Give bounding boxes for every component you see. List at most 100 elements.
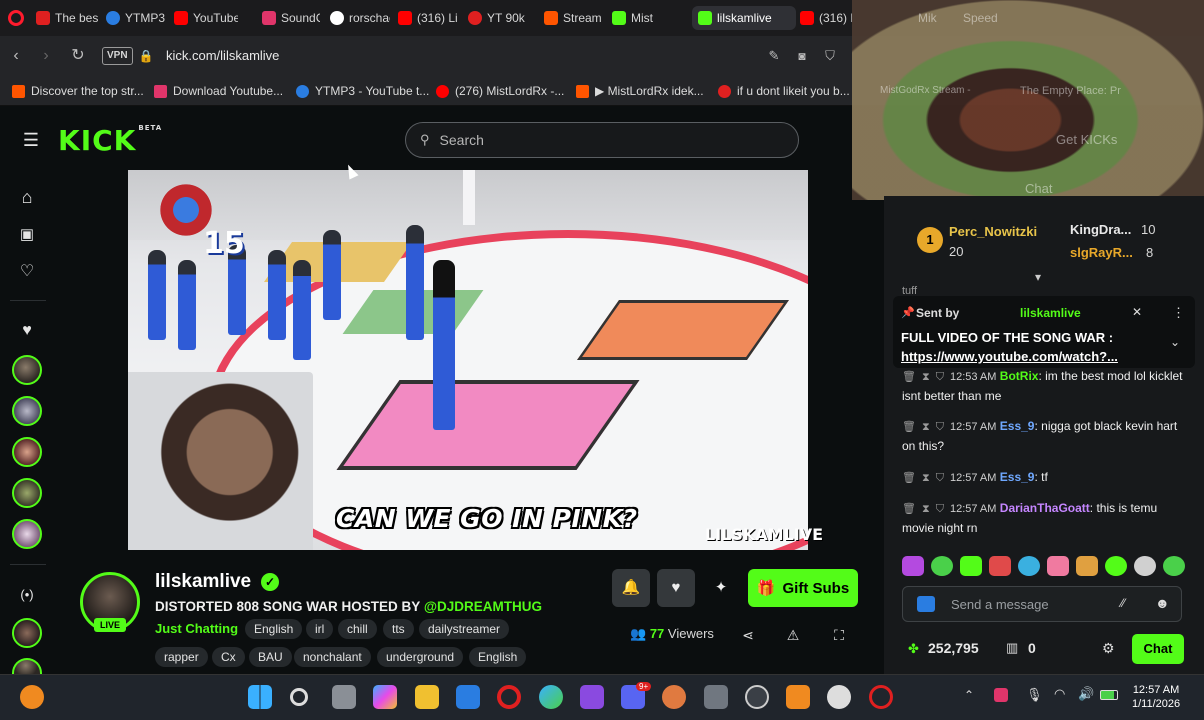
tab-7[interactable]: Stream	[544, 6, 604, 30]
tab-0[interactable]: The best	[36, 6, 98, 30]
emote-icon[interactable]	[1076, 556, 1098, 576]
share-icon[interactable]: ⋖	[739, 626, 757, 644]
sidebar-channel-avatar[interactable]	[12, 437, 42, 467]
report-warning-icon[interactable]: ⚠	[784, 626, 802, 644]
windows-start-icon[interactable]	[248, 685, 272, 709]
opera-gx-icon[interactable]	[497, 685, 521, 709]
weather-widget-icon[interactable]	[20, 685, 44, 709]
tab-3[interactable]: SoundC	[262, 6, 320, 30]
unpin-icon[interactable]: ✕	[1132, 305, 1142, 319]
sidebar-channel-avatar[interactable]	[12, 478, 42, 508]
tag-dailystreamer[interactable]: dailystreamer	[419, 619, 510, 639]
clip-icon[interactable]: ⛶	[830, 626, 848, 644]
sidebar-channel-avatar[interactable]	[12, 355, 42, 385]
chat-username[interactable]: Ess_9	[1000, 470, 1035, 484]
tag-bau[interactable]: BAU	[249, 647, 292, 667]
tag-chill[interactable]: chill	[338, 619, 377, 639]
kick-logo[interactable]: KICK BETA	[58, 124, 162, 157]
leaderboard-name[interactable]: slgRayR...	[1070, 245, 1133, 260]
microphone-icon[interactable]: 🎙	[1026, 687, 1043, 703]
shield-icon[interactable]: ⛉	[820, 46, 840, 66]
camera-icon[interactable]: ◙	[792, 46, 812, 66]
fl-studio-icon[interactable]	[786, 685, 810, 709]
emoji-picker-icon[interactable]: ☻	[1155, 595, 1170, 611]
leaderboard-name[interactable]: KingDra...	[1070, 222, 1131, 237]
bookmark-4[interactable]: ▶ MistLordRx idek...	[576, 84, 704, 98]
tray-app-icon[interactable]	[994, 688, 1008, 702]
emote-icon[interactable]	[1163, 556, 1185, 576]
home-icon[interactable]: ⌂	[16, 186, 38, 208]
media-app-icon[interactable]	[580, 685, 604, 709]
tag-english-2[interactable]: English	[469, 647, 527, 667]
tag-underground[interactable]: underground	[377, 647, 464, 667]
timeout-icon[interactable]: ⧗	[922, 371, 930, 383]
camera-app-icon[interactable]	[704, 685, 728, 709]
channel-points[interactable]: 252,795	[928, 640, 979, 656]
tag-cx[interactable]: Cx	[212, 647, 245, 667]
chat-send-button[interactable]: Chat	[1132, 634, 1184, 664]
reload-icon[interactable]: ↻	[68, 46, 88, 66]
media-player-icon[interactable]	[827, 685, 851, 709]
emote-icon[interactable]	[1047, 556, 1069, 576]
copilot-icon[interactable]	[373, 685, 397, 709]
streamer-name[interactable]: lilskamlive	[155, 571, 251, 593]
wifi-icon[interactable]: ◠	[1054, 686, 1065, 702]
delete-icon[interactable]: 🗑	[902, 421, 916, 433]
sidebar-channel-avatar[interactable]	[12, 519, 42, 549]
chat-username[interactable]: DarianThaGoatt	[1000, 501, 1090, 515]
app-icon[interactable]	[662, 685, 686, 709]
notification-bell-button[interactable]: 🔔	[612, 569, 650, 607]
opera-icon[interactable]	[869, 685, 893, 709]
title-mention[interactable]: @DJDREAMTHUG	[424, 599, 542, 614]
tag-rapper[interactable]: rapper	[155, 647, 208, 667]
file-explorer-icon[interactable]	[415, 685, 439, 709]
tag-nonchalant[interactable]: nonchalant	[294, 647, 371, 667]
tag-english[interactable]: English	[245, 619, 303, 639]
bookmark-2[interactable]: YTMP3 - YouTube t...	[296, 84, 429, 98]
ban-shield-icon[interactable]: ⛉	[936, 472, 944, 484]
url-text[interactable]: kick.com/lilskamlive	[166, 48, 279, 63]
timeout-icon[interactable]: ⧗	[922, 472, 930, 484]
leaderboard-top-name[interactable]: Perc_Nowitzki	[949, 224, 1037, 239]
forward-icon[interactable]: ›	[36, 46, 56, 66]
emote-icon[interactable]	[1018, 556, 1040, 576]
chat-message-input[interactable]: Send a message ⁄⁄ ☻	[902, 586, 1182, 622]
emote-icon[interactable]	[989, 556, 1011, 576]
vpn-badge[interactable]: VPN	[102, 47, 133, 65]
emote-icon[interactable]	[1134, 556, 1156, 576]
emote-icon[interactable]	[960, 556, 982, 576]
sparkle-button[interactable]: ✦	[702, 569, 740, 607]
emote-icon[interactable]	[1105, 556, 1127, 576]
task-view-icon[interactable]	[332, 685, 356, 709]
redeems-count[interactable]: 0	[1028, 640, 1036, 656]
bookmark-3[interactable]: (276) MistLordRx -...	[436, 84, 564, 98]
obs-icon[interactable]	[745, 685, 769, 709]
delete-icon[interactable]: 🗑	[902, 472, 916, 484]
sidebar-channel-avatar[interactable]	[12, 396, 42, 426]
tag-tts[interactable]: tts	[383, 619, 414, 639]
ban-shield-icon[interactable]: ⛉	[936, 421, 944, 433]
opera-menu-icon[interactable]	[8, 10, 24, 26]
command-icon[interactable]: ⁄⁄	[1121, 596, 1125, 610]
sidebar-channel-avatar[interactable]	[12, 618, 42, 648]
stream-category[interactable]: Just Chatting	[155, 621, 238, 636]
tab-2[interactable]: YouTube	[174, 6, 238, 30]
bookmark-0[interactable]: Discover the top str...	[12, 84, 144, 98]
tab-10[interactable]: (316) D	[800, 6, 852, 30]
more-options-icon[interactable]: ⋮	[1172, 305, 1185, 321]
battery-icon[interactable]	[1100, 690, 1118, 700]
hamburger-menu-icon[interactable]: ☰	[20, 129, 42, 151]
collapse-leaderboard-icon[interactable]: ▾	[1035, 270, 1041, 284]
delete-icon[interactable]: 🗑	[902, 371, 916, 383]
taskbar-clock[interactable]: 12:57 AM 1/11/2026	[1132, 683, 1180, 711]
following-heart-icon[interactable]: ♡	[16, 261, 38, 283]
bookmark-1[interactable]: Download Youtube...	[154, 84, 283, 98]
ban-shield-icon[interactable]: ⛉	[936, 503, 944, 515]
edit-icon[interactable]: ✎	[764, 46, 784, 66]
delete-icon[interactable]: 🗑	[902, 503, 916, 515]
ban-shield-icon[interactable]: ⛉	[936, 371, 944, 383]
live-broadcast-icon[interactable]: (•)	[16, 584, 38, 606]
tab-4[interactable]: rorschac	[330, 6, 390, 30]
back-icon[interactable]: ‹	[6, 46, 26, 66]
gift-subs-button[interactable]: 🎁 Gift Subs	[748, 569, 858, 607]
